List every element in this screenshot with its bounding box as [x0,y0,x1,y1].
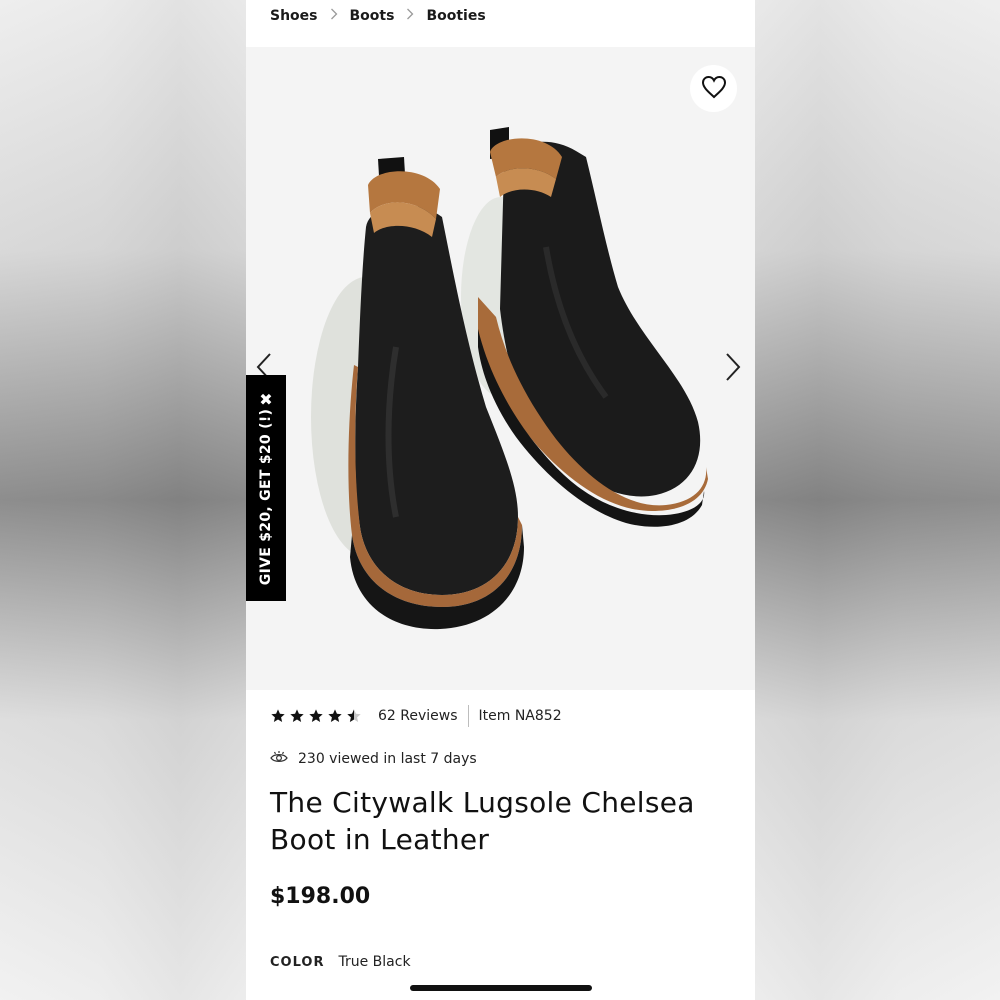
star-icon [271,709,285,722]
breadcrumb-boots[interactable]: Boots [350,8,395,24]
star-rating[interactable] [270,708,362,724]
eye-icon [270,750,298,768]
product-image [311,127,708,630]
product-image-carousel[interactable] [246,47,755,690]
promo-text: GIVE $20, GET $20 (!) [258,408,274,586]
breadcrumb-chevron-icon [330,8,338,24]
chevron-right-icon [725,353,741,386]
breadcrumb: Shoes Boots Booties [270,6,486,26]
star-icon [328,709,342,722]
color-label: COLOR [270,954,325,970]
rating-row: 62 Reviews Item NA852 [270,704,562,728]
star-icon [309,709,323,722]
view-count-text: 230 viewed in last 7 days [298,751,477,767]
color-selector: COLOR True Black [270,954,411,970]
half-star-icon [347,709,361,722]
view-count: 230 viewed in last 7 days [270,748,477,770]
background-blur-right [754,0,1000,1000]
breadcrumb-booties[interactable]: Booties [426,8,485,24]
product-page: Shoes Boots Booties ✖ GIVE $20, GET $20 … [246,0,755,1000]
heart-icon [701,75,727,102]
color-value: True Black [338,954,411,970]
product-title: The Citywalk Lugsole Chelsea Boot in Lea… [270,786,695,856]
background-blur-left [0,0,246,1000]
breadcrumb-chevron-icon [406,8,414,24]
home-indicator[interactable] [410,985,592,991]
divider [467,705,469,727]
close-icon[interactable]: ✖ [256,389,276,409]
referral-promo-tab[interactable]: ✖ GIVE $20, GET $20 (!) [246,375,286,601]
breadcrumb-shoes[interactable]: Shoes [270,8,318,24]
product-price: $198.00 [270,884,371,909]
wishlist-button[interactable] [690,65,737,112]
star-icon [290,709,304,722]
reviews-link[interactable]: 62 Reviews [378,708,458,724]
carousel-next-button[interactable] [725,352,741,386]
item-number: Item NA852 [478,708,562,724]
